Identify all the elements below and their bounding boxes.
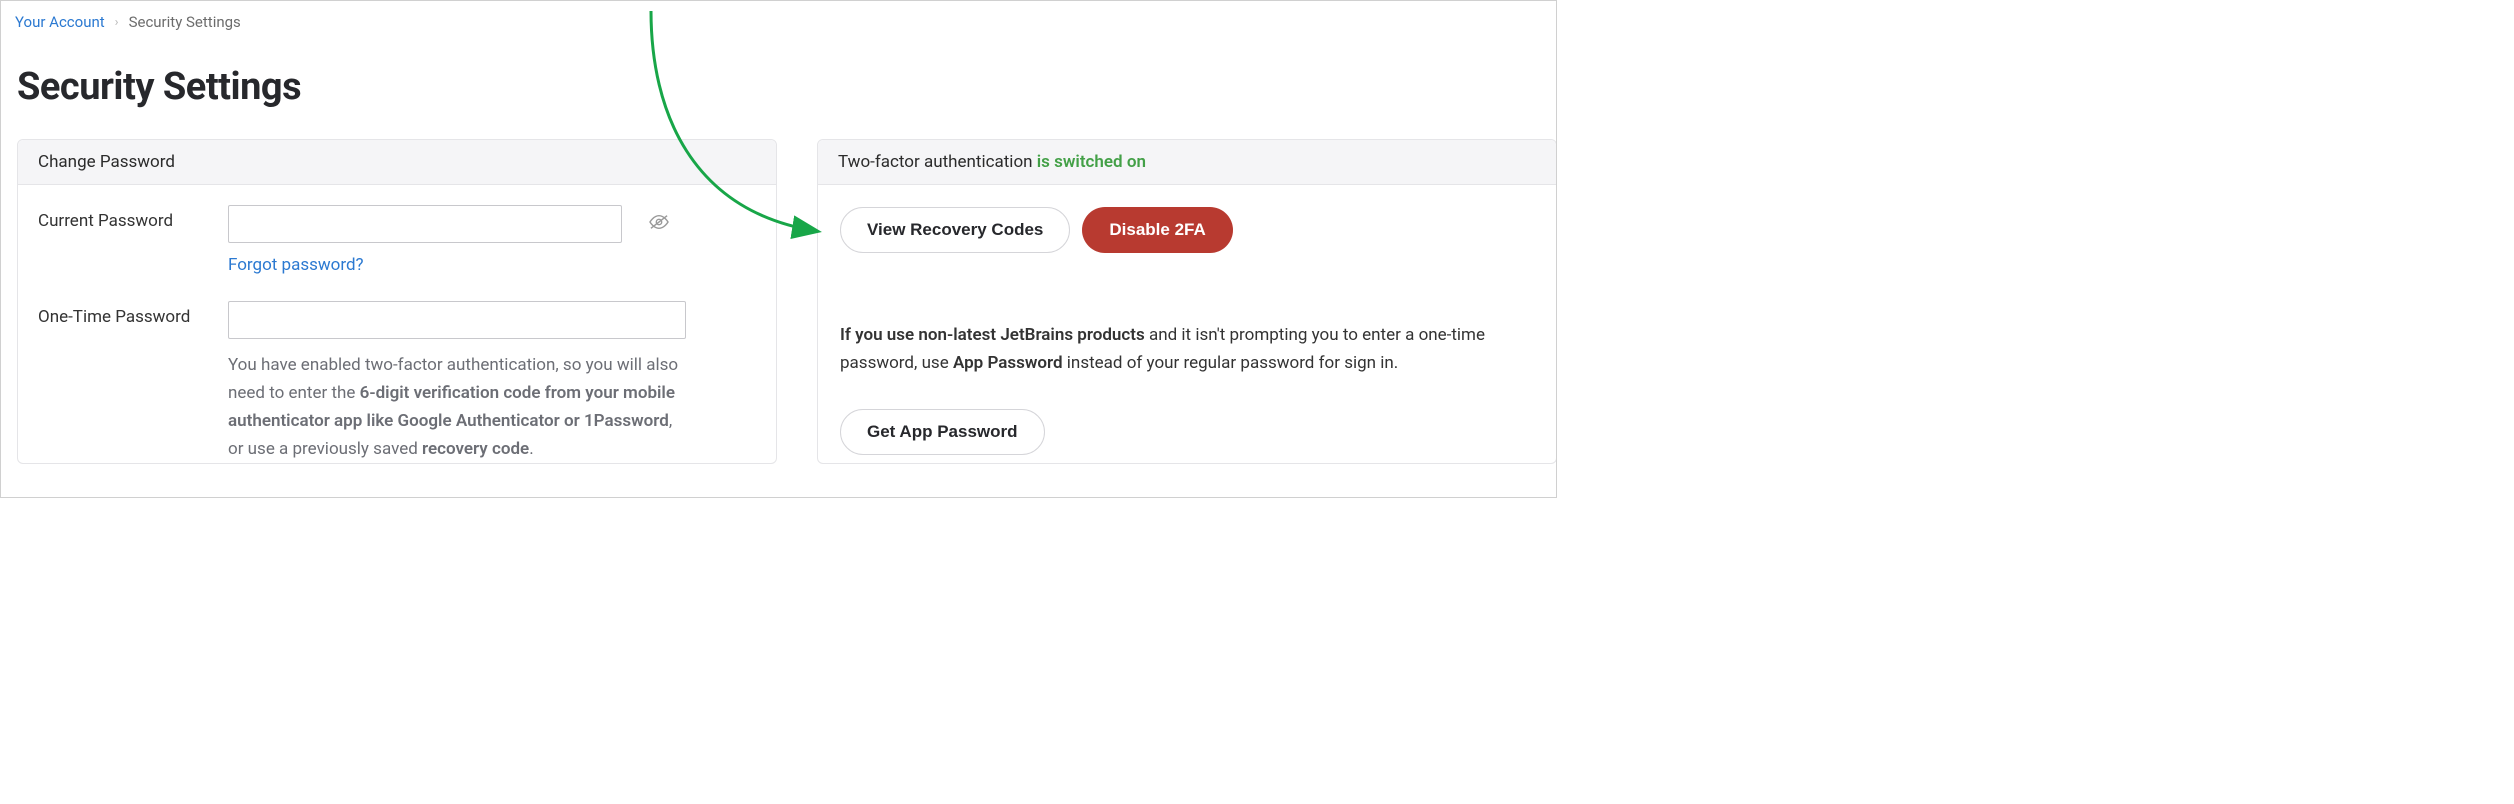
chevron-right-icon: ›: [115, 15, 119, 30]
otp-label: One-Time Password: [38, 301, 228, 327]
change-password-panel: Change Password Current Password Forgot …: [17, 139, 777, 464]
breadcrumb-current: Security Settings: [129, 13, 241, 31]
view-recovery-codes-button[interactable]: View Recovery Codes: [840, 207, 1070, 253]
twofa-panel: Two-factor authentication is switched on…: [817, 139, 1557, 464]
twofa-status: is switched on: [1037, 152, 1146, 172]
page-title: Security Settings: [1, 41, 1556, 139]
current-password-label: Current Password: [38, 205, 228, 231]
otp-help-text: You have enabled two-factor authenticati…: [228, 351, 688, 463]
eye-off-icon[interactable]: [648, 213, 670, 235]
otp-input[interactable]: [228, 301, 686, 339]
breadcrumb: Your Account › Security Settings: [1, 1, 1556, 41]
breadcrumb-root-link[interactable]: Your Account: [15, 13, 105, 31]
disable-2fa-button[interactable]: Disable 2FA: [1082, 207, 1232, 253]
get-app-password-button[interactable]: Get App Password: [840, 409, 1045, 455]
app-password-info: If you use non-latest JetBrains products…: [840, 321, 1534, 377]
twofa-header: Two-factor authentication is switched on: [818, 140, 1556, 185]
forgot-password-link[interactable]: Forgot password?: [228, 255, 364, 275]
current-password-input[interactable]: [228, 205, 622, 243]
change-password-header: Change Password: [18, 140, 776, 185]
